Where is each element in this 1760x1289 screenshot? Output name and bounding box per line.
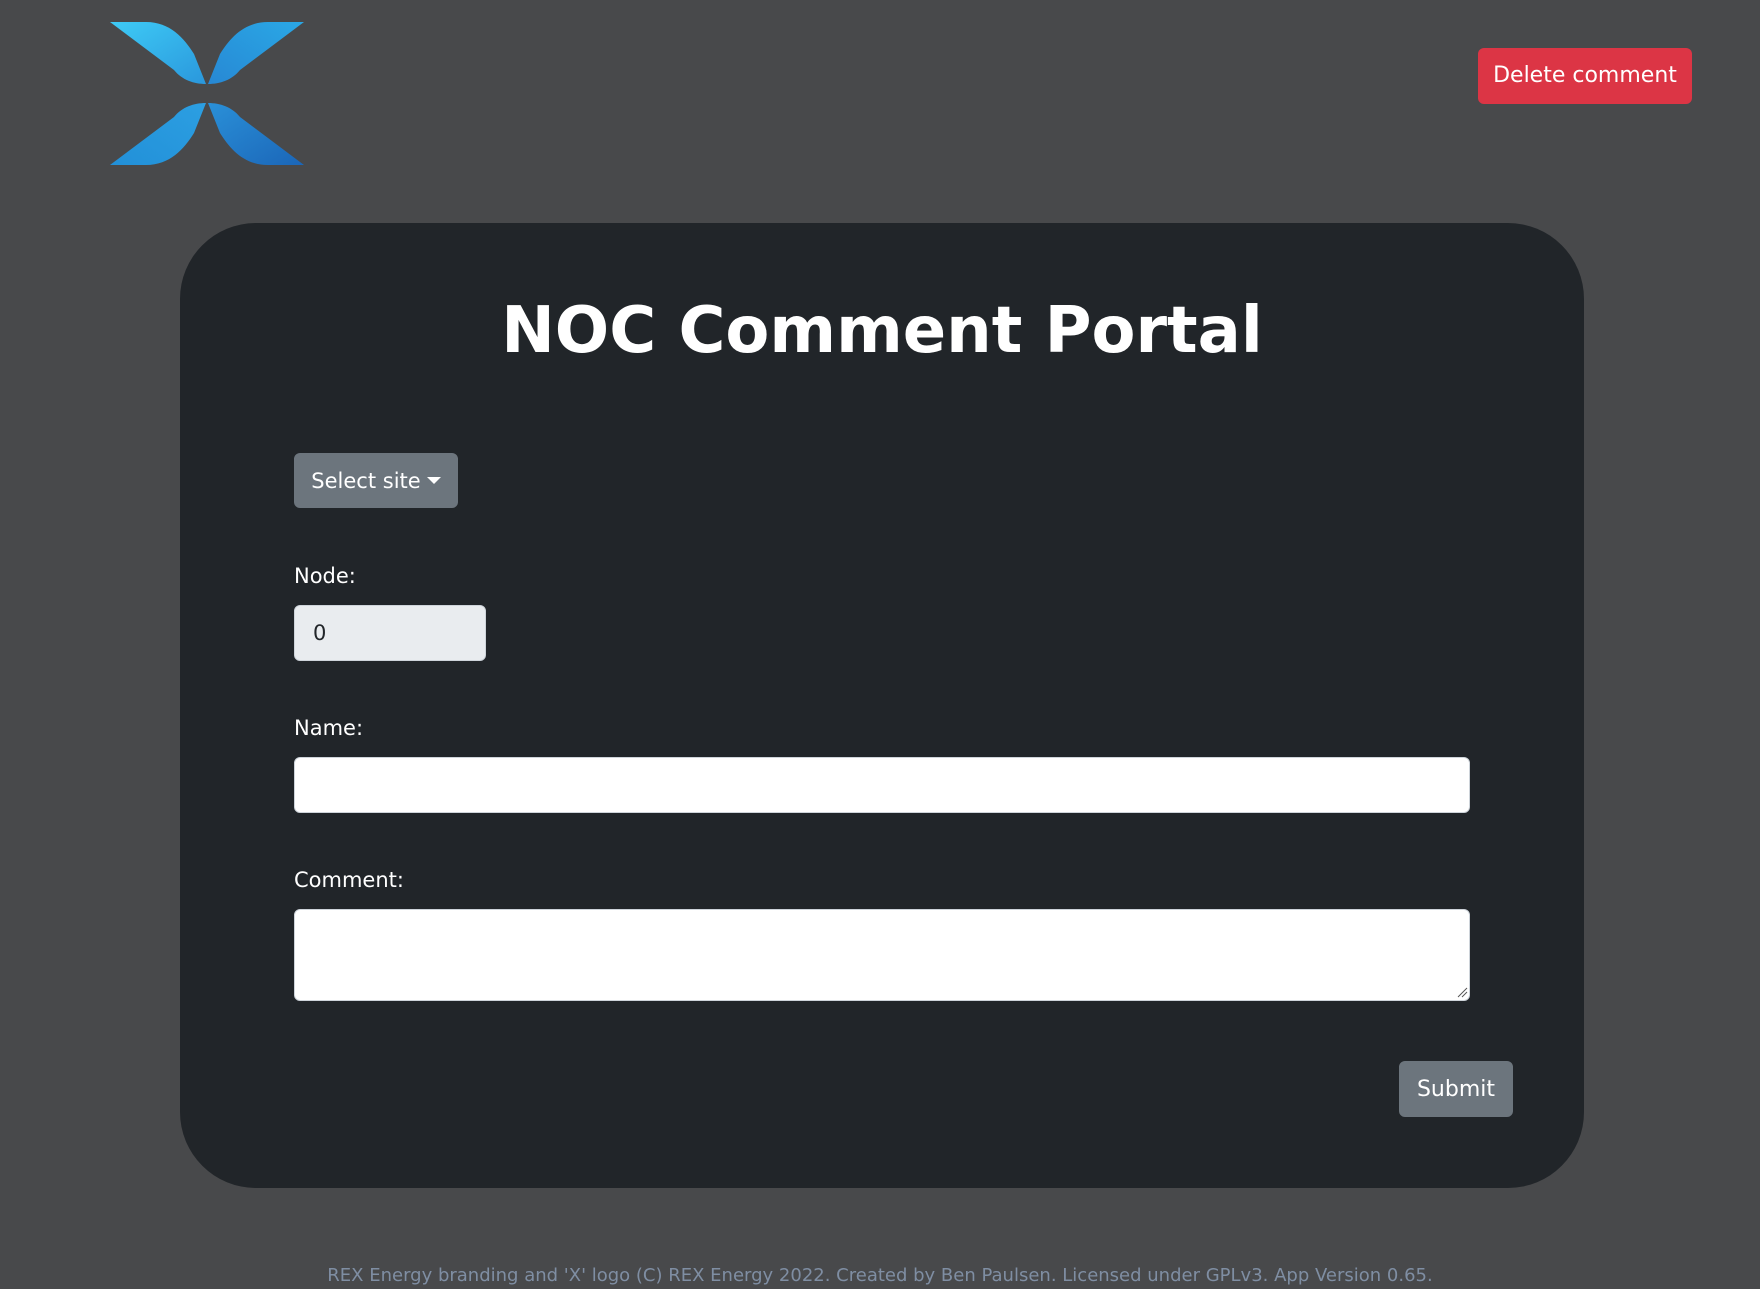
select-site-dropdown[interactable]: Select site (294, 453, 458, 508)
name-label: Name: (294, 716, 364, 740)
name-field[interactable] (294, 757, 1470, 813)
comment-field[interactable] (294, 909, 1470, 1001)
node-label: Node: (294, 564, 356, 588)
delete-comment-button[interactable]: Delete comment (1478, 48, 1692, 104)
comment-label: Comment: (294, 868, 404, 892)
resize-grip-icon[interactable] (1457, 987, 1468, 998)
rex-energy-x-logo-icon (110, 22, 304, 165)
page: Delete comment NOC Comment Portal Select… (0, 0, 1760, 1289)
comment-form-card: NOC Comment Portal Select site Node: 0 N… (180, 223, 1584, 1188)
node-field[interactable]: 0 (294, 605, 486, 661)
select-site-label: Select site (311, 468, 421, 493)
chevron-down-icon (426, 476, 441, 484)
footer-copyright: REX Energy branding and 'X' logo (C) REX… (327, 1265, 1433, 1286)
page-title: NOC Comment Portal (501, 294, 1263, 368)
submit-button[interactable]: Submit (1399, 1061, 1513, 1117)
